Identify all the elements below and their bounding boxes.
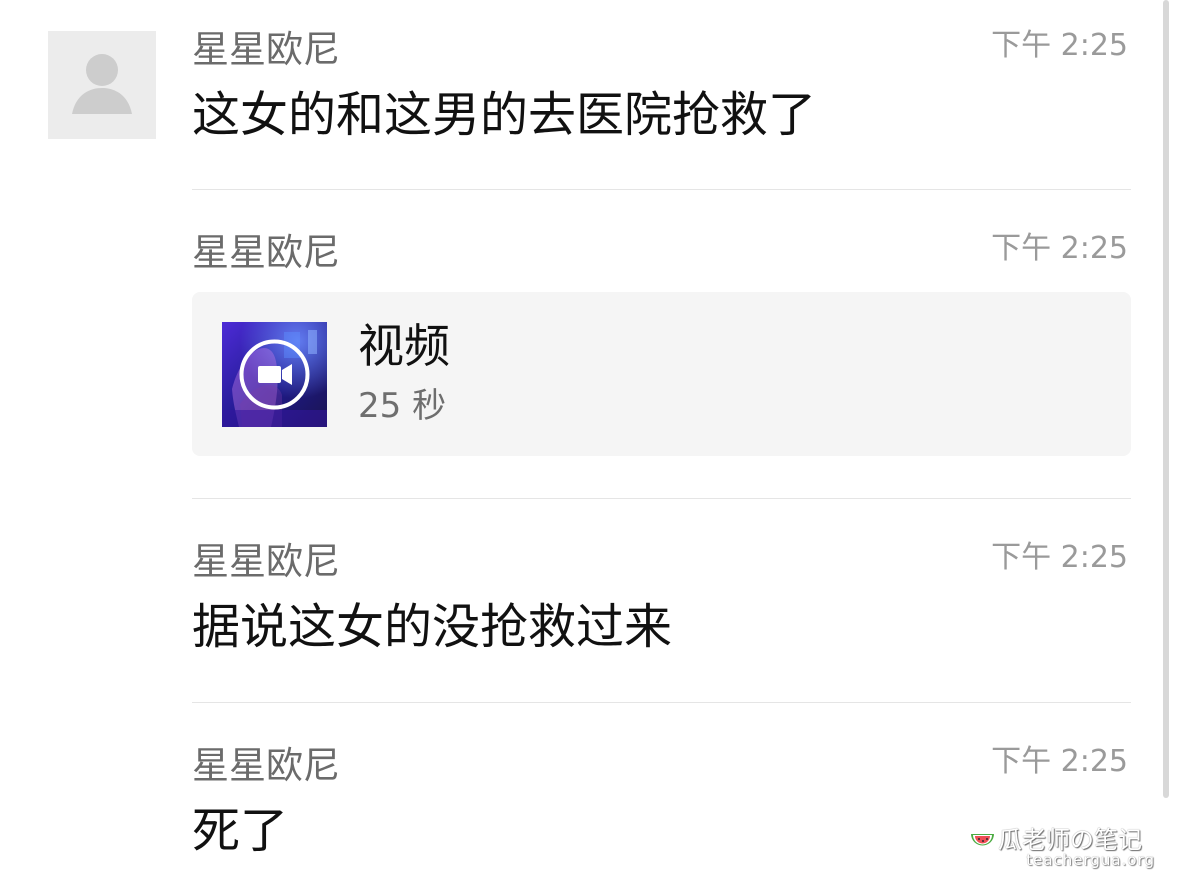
sender-name: 星星欧尼	[192, 28, 340, 71]
message-time: 下午 2:25	[991, 231, 1128, 266]
chat-message[interactable]: 星星欧尼 下午 2:25	[192, 231, 1131, 275]
video-duration: 25 秒	[358, 386, 447, 426]
watermark: 瓜老师の笔记 teachergua.org	[969, 826, 1159, 874]
chat-message[interactable]: 星星欧尼 下午 2:25 据说这女的没抢救过来	[192, 540, 1131, 670]
message-text: 据说这女的没抢救过来	[192, 599, 673, 655]
video-title: 视频	[358, 319, 450, 373]
sender-name: 星星欧尼	[192, 744, 340, 787]
chat-message[interactable]: 星星欧尼 下午 2:25 这女的和这男的去医院抢救了	[192, 28, 1131, 158]
video-camera-icon	[239, 339, 310, 410]
video-thumbnail[interactable]	[222, 322, 327, 427]
sender-name: 星星欧尼	[192, 540, 340, 583]
watermark-site: teachergua.org	[1026, 851, 1155, 869]
message-text: 死了	[192, 803, 289, 859]
watermark-title: 瓜老师の笔记	[998, 826, 1142, 854]
sender-avatar[interactable]	[48, 31, 156, 139]
video-message-card[interactable]: 视频 25 秒	[192, 292, 1131, 456]
watermelon-icon	[971, 834, 994, 846]
message-time: 下午 2:25	[991, 744, 1128, 779]
sender-name: 星星欧尼	[192, 231, 340, 274]
chat-scrollbar[interactable]	[1163, 0, 1169, 798]
default-user-avatar-icon	[48, 31, 156, 139]
message-divider	[192, 702, 1131, 703]
message-text: 这女的和这男的去医院抢救了	[192, 87, 817, 143]
message-time: 下午 2:25	[991, 540, 1128, 575]
message-time: 下午 2:25	[991, 28, 1128, 63]
message-divider	[192, 189, 1131, 190]
message-divider	[192, 498, 1131, 499]
